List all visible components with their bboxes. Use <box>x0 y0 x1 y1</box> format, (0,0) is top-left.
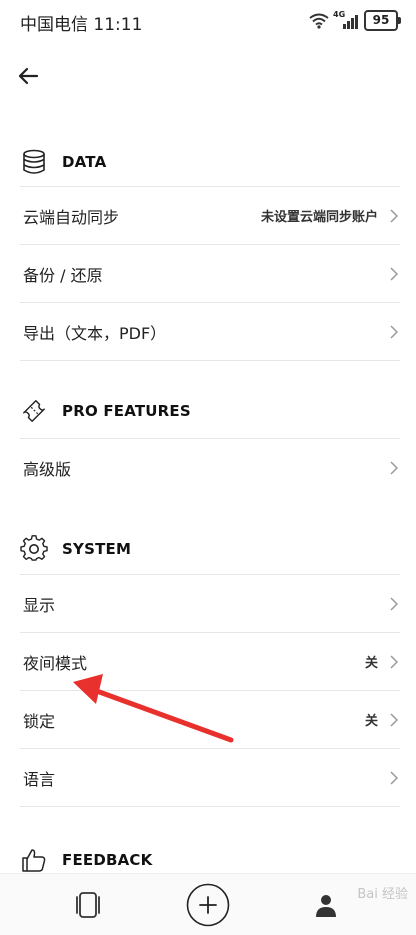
row-label: 高级版 <box>23 459 72 479</box>
chevron-right-icon <box>388 324 400 340</box>
setting-row-lock[interactable]: 锁定 关 <box>20 690 400 748</box>
row-label: 备份 / 还原 <box>23 265 103 285</box>
network-type: 4G <box>333 9 346 19</box>
chevron-right-icon <box>388 770 400 786</box>
setting-row-language[interactable]: 语言 <box>20 748 400 807</box>
setting-row-export[interactable]: 导出（文本，PDF） <box>20 302 400 361</box>
database-icon <box>20 148 48 176</box>
row-label: 导出（文本，PDF） <box>23 323 167 343</box>
section-title-system: SYSTEM <box>62 540 132 558</box>
row-value: 关 <box>364 656 378 671</box>
section-header-system: SYSTEM <box>20 529 131 569</box>
row-label: 夜间模式 <box>23 653 88 673</box>
row-label: 语言 <box>23 769 56 789</box>
carrier-time: 中国电信 11:11 <box>20 15 143 35</box>
setting-row-night-mode[interactable]: 夜间模式 关 <box>20 632 400 690</box>
chevron-right-icon <box>388 654 400 670</box>
row-value: 未设置云端同步账户 <box>260 210 378 225</box>
plus-circle-icon <box>186 883 230 927</box>
section-title-feedback: FEEDBACK <box>62 851 153 869</box>
user-icon <box>316 895 336 917</box>
setting-row-cloud-sync[interactable]: 云端自动同步 未设置云端同步账户 <box>20 186 400 244</box>
setting-row-backup-restore[interactable]: 备份 / 还原 <box>20 244 400 302</box>
bottom-nav-bar <box>0 873 416 935</box>
section-title-pro: PRO FEATURES <box>62 402 191 420</box>
signal-icon: 4G <box>333 9 358 29</box>
battery-icon: 95 <box>364 10 401 31</box>
gear-icon <box>20 535 48 563</box>
chevron-right-icon <box>388 596 400 612</box>
wifi-icon <box>309 13 329 29</box>
setting-row-display[interactable]: 显示 <box>20 574 400 632</box>
row-label: 锁定 <box>23 711 56 731</box>
row-value: 关 <box>364 714 378 729</box>
row-label: 云端自动同步 <box>23 207 120 227</box>
chevron-right-icon <box>388 712 400 728</box>
pages-icon <box>76 892 100 918</box>
add-entry-button[interactable] <box>186 883 230 927</box>
thumbs-up-icon <box>20 846 48 874</box>
section-header-data: DATA <box>20 142 106 182</box>
section-title-data: DATA <box>62 153 107 171</box>
ticket-icon <box>20 397 48 425</box>
back-button[interactable] <box>12 60 44 92</box>
section-header-pro: PRO FEATURES <box>20 391 191 431</box>
setting-row-premium[interactable]: 高级版 <box>20 438 400 496</box>
watermark: Bai 经验 <box>357 887 408 902</box>
status-bar: 中国电信 11:11 4G 95 <box>0 0 416 40</box>
row-label: 显示 <box>23 595 56 615</box>
chevron-right-icon <box>388 460 400 476</box>
chevron-right-icon <box>388 208 400 224</box>
nav-profile-button[interactable] <box>310 889 342 921</box>
chevron-right-icon <box>388 266 400 282</box>
nav-entries-button[interactable] <box>72 889 104 921</box>
arrow-left-icon <box>18 67 39 85</box>
status-icons: 4G 95 <box>309 9 401 31</box>
